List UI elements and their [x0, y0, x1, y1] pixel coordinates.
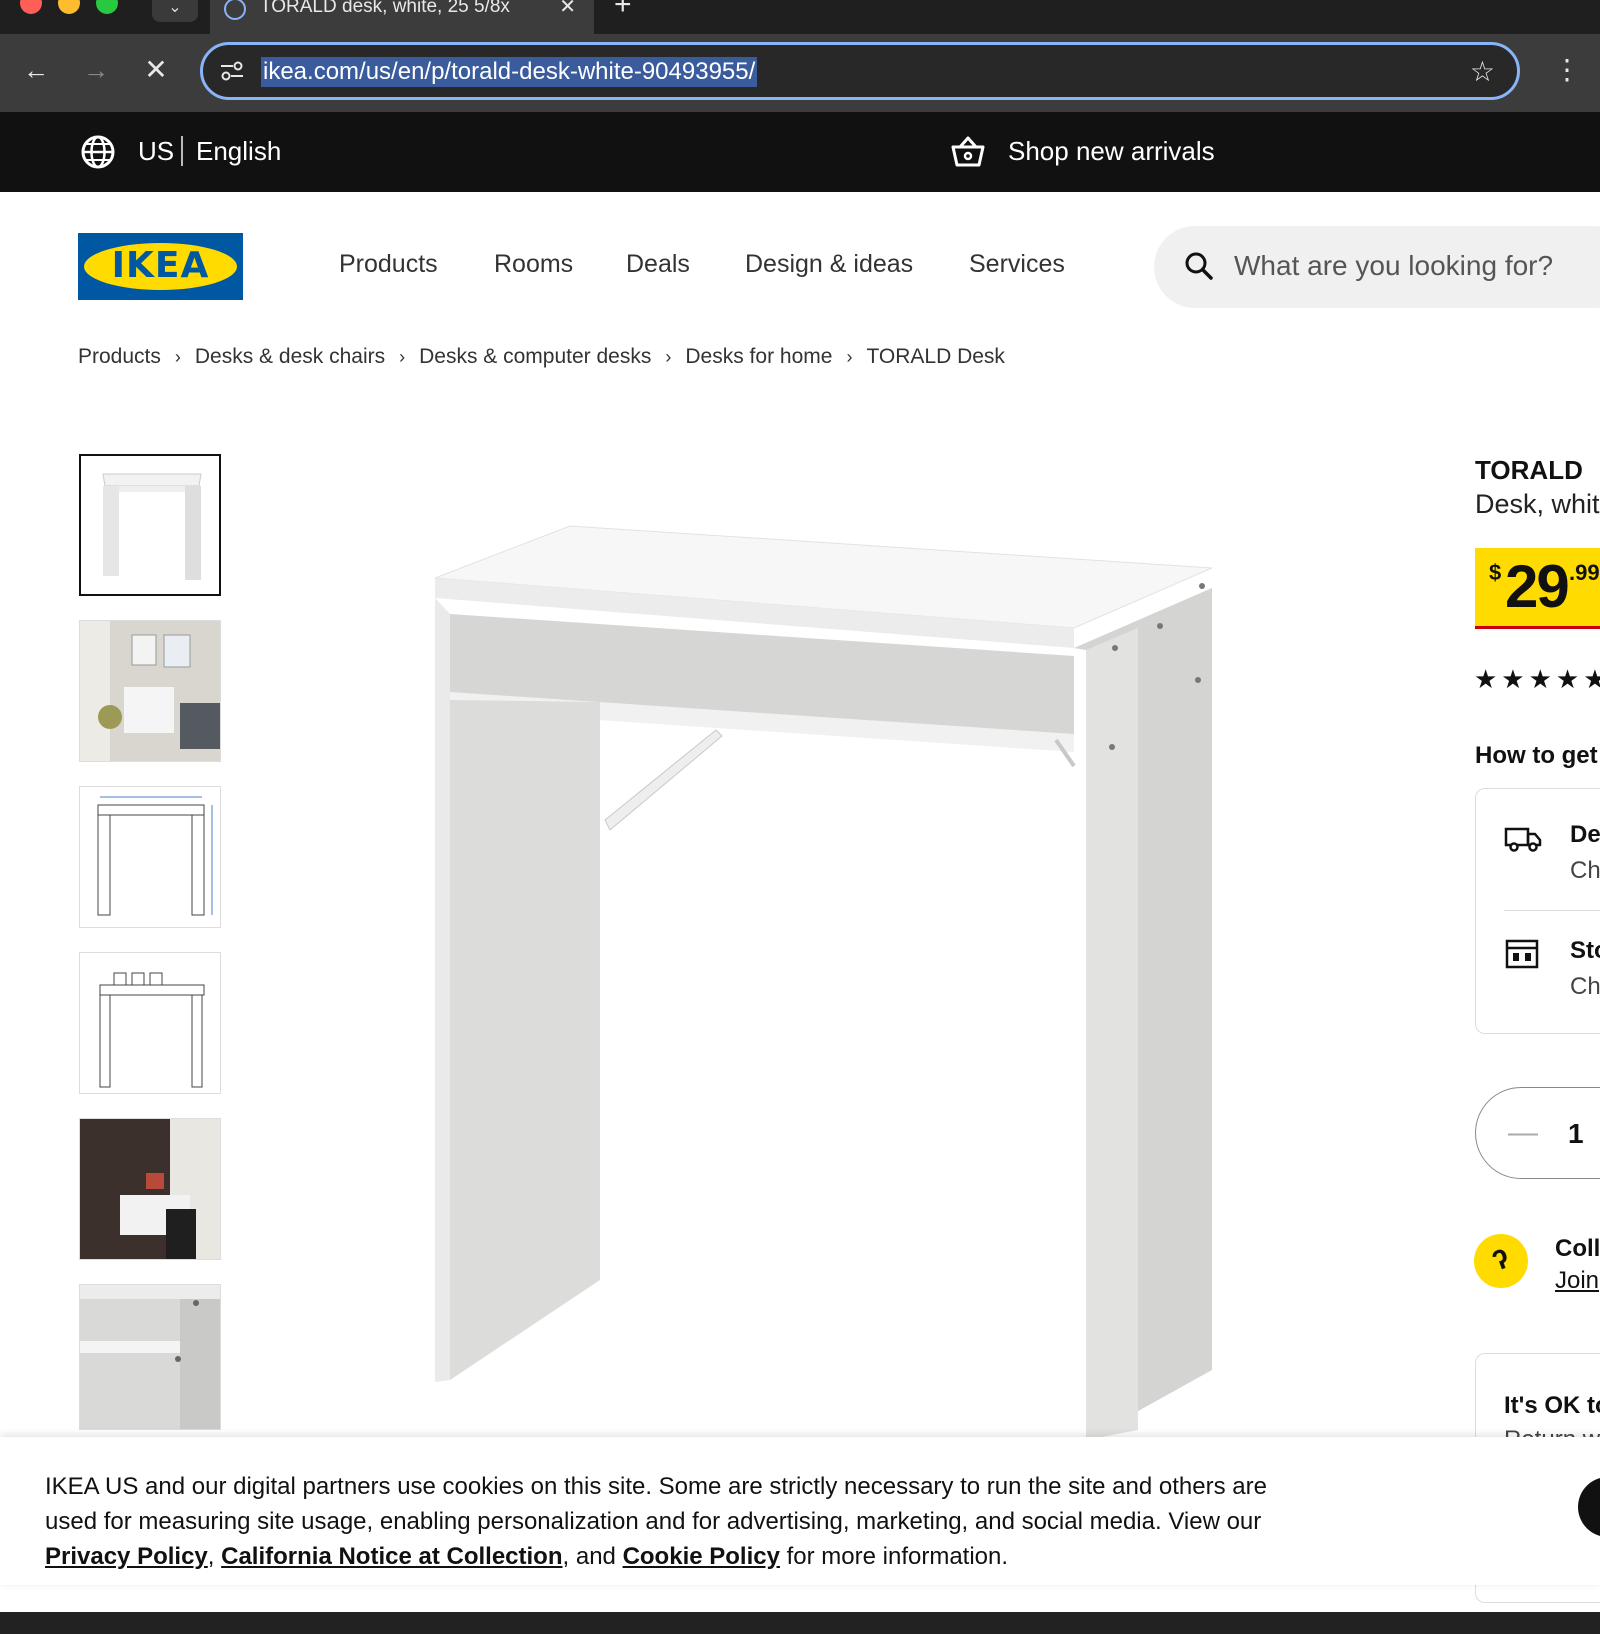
bottom-strip — [0, 1612, 1600, 1634]
breadcrumb-desks-desk-chairs[interactable]: Desks & desk chairs — [195, 345, 385, 369]
thumb-desk-image — [102, 473, 202, 580]
breadcrumb-current: TORALD Desk — [866, 345, 1005, 368]
ikea-logo[interactable]: IKEA — [78, 233, 243, 300]
cookie-policy-link[interactable]: Cookie Policy — [623, 1543, 780, 1570]
browser-tab-active[interactable]: TORALD desk, white, 25 5/8x ✕ — [210, 0, 594, 34]
window-maximize-button[interactable] — [96, 0, 118, 14]
basket-icon — [951, 136, 985, 167]
browser-menu-icon[interactable]: ⋮ — [1552, 52, 1582, 92]
cookie-accept-button[interactable] — [1578, 1477, 1600, 1537]
language-divider — [181, 136, 183, 166]
store-title[interactable]: Sto — [1570, 937, 1600, 965]
back-arrow-icon[interactable]: ← — [16, 50, 56, 90]
site-settings-icon[interactable] — [219, 59, 245, 83]
return-policy-title: It's OK to — [1504, 1392, 1600, 1419]
store-icon — [1505, 939, 1539, 969]
breadcrumb-chevron-icon: › — [174, 347, 181, 367]
cookie-banner: IKEA US and our digital partners use coo… — [0, 1437, 1600, 1585]
privacy-policy-link[interactable]: Privacy Policy — [45, 1543, 208, 1570]
breadcrumb-desks-computer-desks[interactable]: Desks & computer desks — [419, 345, 651, 369]
cookie-text-intro: IKEA US and our digital partners use coo… — [45, 1473, 1267, 1535]
utility-bar: US English Shop new arrivals — [0, 112, 1600, 192]
quantity-value[interactable]: 1 — [1568, 1118, 1584, 1150]
nav-design-ideas[interactable]: Design & ideas — [745, 250, 913, 279]
stop-loading-icon[interactable]: ✕ — [136, 50, 176, 90]
store-check-link[interactable]: Ch — [1570, 973, 1600, 1001]
tab-title: TORALD desk, white, 25 5/8x — [260, 0, 510, 17]
fulfillment-options: De Ch Sto Ch — [1475, 788, 1600, 1034]
product-main-image[interactable] — [260, 430, 1400, 1440]
thumbnail-6[interactable] — [79, 1284, 221, 1430]
breadcrumb-chevron-icon: › — [399, 347, 406, 367]
price-currency: $ — [1489, 560, 1502, 585]
search-bar[interactable] — [1154, 226, 1600, 308]
forward-arrow-icon[interactable]: → — [76, 50, 116, 90]
nav-rooms[interactable]: Rooms — [494, 250, 573, 279]
bookmark-star-icon[interactable]: ☆ — [1470, 55, 1495, 88]
search-icon[interactable] — [1184, 251, 1214, 281]
product-description: Desk, whit — [1475, 489, 1600, 519]
window-close-button[interactable] — [20, 0, 42, 14]
tab-favicon-icon — [224, 0, 246, 20]
tab-close-icon[interactable]: ✕ — [559, 0, 576, 19]
cookie-sep-1: , — [207, 1543, 222, 1570]
quantity-stepper[interactable]: — 1 — [1475, 1087, 1600, 1179]
breadcrumb-desks-for-home[interactable]: Desks for home — [685, 345, 832, 369]
breadcrumb-products[interactable]: Products — [78, 345, 161, 369]
thumbnail-5[interactable] — [79, 1118, 221, 1260]
country-selector[interactable]: US — [138, 136, 174, 167]
fulfillment-divider — [1504, 910, 1600, 911]
thumbnail-1[interactable] — [79, 454, 221, 596]
window-minimize-button[interactable] — [58, 0, 80, 14]
thumb-room-image — [80, 621, 220, 761]
shop-new-arrivals-link[interactable]: Shop new arrivals — [1008, 136, 1215, 167]
thumbnail-2[interactable] — [79, 620, 221, 762]
rewards-glyph: ʔ — [1488, 1242, 1514, 1277]
rating-stars-icon[interactable]: ★★★★★ — [1474, 664, 1600, 695]
price-tag: $ 29 .99 — [1475, 548, 1600, 626]
nav-services[interactable]: Services — [969, 250, 1065, 279]
browser-tab-strip: ⌄ TORALD desk, white, 25 5/8x ✕ + — [0, 0, 1600, 34]
address-url[interactable]: ikea.com/us/en/p/torald-desk-white-90493… — [261, 57, 758, 87]
logo-text: IKEA — [111, 245, 210, 286]
thumb-detail-image — [80, 1285, 220, 1429]
thumb-dimensions-image — [97, 796, 213, 916]
nav-deals[interactable]: Deals — [626, 250, 690, 279]
price-integer: 29 — [1505, 553, 1570, 620]
breadcrumb-chevron-icon: › — [846, 347, 853, 367]
cookie-sep-2: , and — [562, 1543, 623, 1570]
price-decimal: .99 — [1569, 560, 1600, 585]
browser-toolbar: ← → ✕ ikea.com/us/en/p/torald-desk-white… — [0, 34, 1600, 112]
search-input[interactable] — [1234, 250, 1600, 282]
truck-icon — [1504, 827, 1542, 852]
rewards-icon: ʔ — [1474, 1234, 1528, 1288]
thumbnail-4[interactable] — [79, 952, 221, 1094]
product-name: TORALD — [1475, 455, 1583, 485]
rewards-title: Coll — [1555, 1235, 1600, 1262]
tab-search-chevron-icon[interactable]: ⌄ — [152, 0, 198, 22]
breadcrumb-chevron-icon: › — [665, 347, 672, 367]
breadcrumb: Products › Desks & desk chairs › Desks & com… — [78, 345, 1005, 369]
thumb-load-image — [99, 972, 205, 1088]
rewards-join-link[interactable]: Join — [1555, 1267, 1599, 1295]
new-tab-plus-icon[interactable]: + — [614, 0, 632, 22]
cookie-text: IKEA US and our digital partners use coo… — [45, 1469, 1325, 1574]
quantity-decrease-button[interactable]: — — [1508, 1116, 1538, 1150]
nav-products[interactable]: Products — [339, 250, 438, 279]
globe-icon[interactable] — [80, 134, 116, 170]
california-notice-link[interactable]: California Notice at Collection — [221, 1543, 562, 1570]
delivery-title[interactable]: De — [1570, 821, 1600, 849]
how-to-get-heading: How to get — [1475, 742, 1598, 769]
address-bar[interactable]: ikea.com/us/en/p/torald-desk-white-90493… — [200, 42, 1520, 100]
cookie-text-outro: for more information. — [779, 1543, 1009, 1570]
thumbnail-3[interactable] — [79, 786, 221, 928]
language-selector[interactable]: English — [196, 136, 281, 167]
thumb-workspace-image — [80, 1119, 220, 1259]
delivery-check-link[interactable]: Ch — [1570, 857, 1600, 885]
